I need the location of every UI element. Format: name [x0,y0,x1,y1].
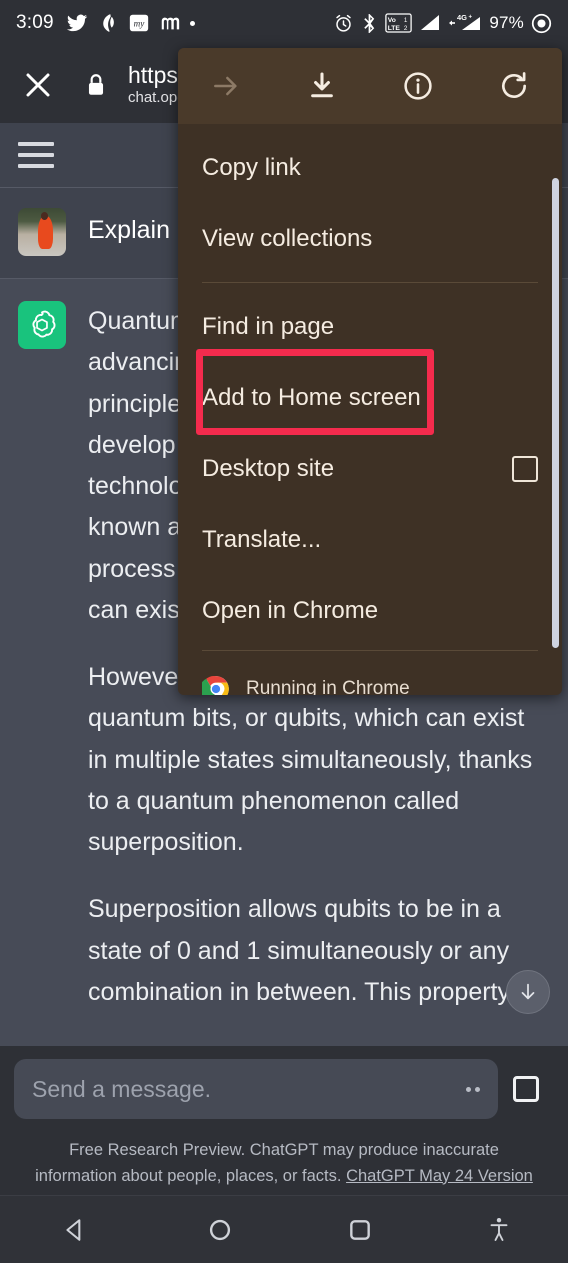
my-icon: my [128,12,150,34]
svg-text:4G: 4G [457,13,467,22]
message-composer: Send a message. [0,1046,568,1132]
page-info-icon[interactable] [370,48,466,124]
accessibility-icon[interactable] [430,1217,568,1243]
svg-text:LTE: LTE [388,25,401,32]
close-icon[interactable] [18,65,58,105]
stop-square-icon[interactable] [498,1059,554,1119]
menu-item-label: Desktop site [202,454,335,482]
svg-text:Vo: Vo [388,17,396,24]
scroll-to-bottom-button[interactable] [506,970,550,1014]
status-notification-icons: my [66,12,195,34]
download-icon[interactable] [274,48,370,124]
svg-text:my: my [133,19,145,29]
svg-text:1: 1 [404,17,408,24]
browser-options-menu: Copy link View collections Find in page … [178,48,562,695]
battery-saver-icon [531,13,552,34]
forward-icon[interactable] [178,48,274,124]
footer-line-2-text: information about people, places, or fac… [35,1166,347,1185]
dot-icon [189,20,195,26]
battery-percent: 97% [489,13,524,32]
status-system-icons: Vo LTE 1 2 4G + 97% [333,12,552,34]
menu-footer-label: Running in Chrome [246,678,410,695]
android-navigation-bar [0,1195,568,1263]
avatar [18,208,66,256]
signal-bar-1-icon [419,13,441,33]
desktop-site-checkbox[interactable] [512,455,538,482]
assistant-paragraph-3: Superposition allows qubits to be in a s… [88,895,510,1006]
alarm-icon [333,13,354,34]
signal-4g-icon: 4G + [448,13,482,33]
recents-square-icon[interactable] [290,1217,430,1243]
menu-footer: Running in Chrome [178,659,562,695]
menu-item-open-in-chrome[interactable]: Open in Chrome [178,575,562,646]
status-bar: 3:09 my Vo LTE 1 2 4G + 97% [0,0,568,46]
menu-item-label: Translate... [202,525,322,553]
svg-text:2: 2 [404,25,408,32]
home-circle-icon[interactable] [150,1217,290,1243]
menu-scrollbar[interactable] [552,178,559,648]
page-footer: Free Research Preview. ChatGPT may produ… [0,1132,568,1195]
message-input[interactable]: Send a message. [14,1059,498,1119]
message-input-placeholder: Send a message. [32,1075,212,1102]
menu-item-label: View collections [202,224,373,252]
status-clock: 3:09 [16,12,54,33]
chrome-logo-icon [199,675,230,695]
chatgpt-logo-icon [18,301,66,349]
chatgpt-version-link[interactable]: ChatGPT May 24 Version [346,1167,533,1185]
menu-item-desktop-site[interactable]: Desktop site [178,433,562,504]
menu-item-label: Open in Chrome [202,596,379,624]
back-triangle-icon[interactable] [0,1217,150,1243]
arrow-down-icon [521,983,535,1000]
footer-line-1: Free Research Preview. ChatGPT may produ… [69,1141,499,1159]
footer-line-2: information about people, places, or fac… [0,1164,568,1190]
lock-icon[interactable] [74,72,118,98]
bluetooth-icon [361,13,378,34]
phone-screen: 3:09 my Vo LTE 1 2 4G + 97% https:/ chat… [0,0,568,1263]
refresh-icon[interactable] [466,48,562,124]
menu-item-label: Copy link [202,153,301,181]
menu-item-add-to-home-screen[interactable]: Add to Home screen [178,362,562,433]
app-icon [97,12,119,34]
user-message-text: Explain [88,216,170,244]
menu-quick-actions [178,48,562,124]
menu-item-label: Find in page [202,312,335,340]
menu-item-find-in-page[interactable]: Find in page [178,291,562,362]
menu-footer-divider [202,650,538,651]
menu-item-translate[interactable]: Translate... [178,504,562,575]
menu-item-copy-link[interactable]: Copy link [178,132,562,203]
menu-items-list: Copy link View collections Find in page … [178,124,562,646]
m-icon [159,12,181,34]
hamburger-icon[interactable] [18,142,54,168]
menu-item-label: Add to Home screen [202,383,421,411]
dots-icon[interactable] [466,1086,480,1092]
svg-text:+: + [469,15,473,21]
menu-item-view-collections[interactable]: View collections [178,203,562,274]
menu-divider [202,282,538,283]
volte-icon: Vo LTE 1 2 [385,12,413,34]
twitter-icon [66,12,88,34]
